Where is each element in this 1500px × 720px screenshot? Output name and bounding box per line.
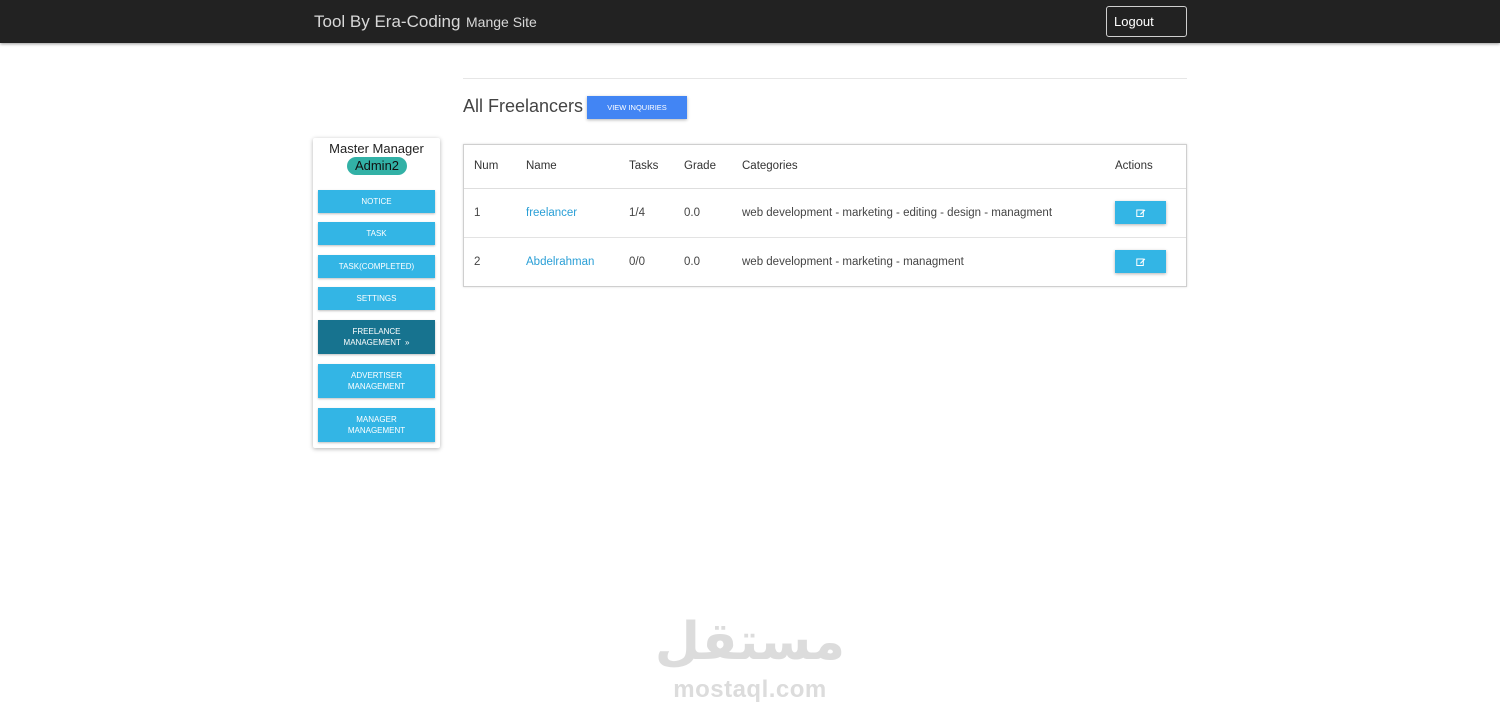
sidebar-item-label: ADVERTISER MANAGEMENT (347, 371, 406, 391)
sidebar-title: Master Manager (329, 141, 424, 156)
page-title: All Freelancers (463, 96, 584, 116)
sidebar-item-settings[interactable]: SETTINGS (318, 287, 435, 310)
freelancer-name-link[interactable]: Abdelrahman (526, 256, 594, 268)
sidebar-item-notice[interactable]: NOTICE (318, 190, 435, 213)
user-role-badge: Admin2 (347, 157, 407, 175)
sidebar-item-label: TASK (366, 229, 387, 238)
cell-tasks: 1/4 (629, 188, 684, 238)
cell-name: freelancer (526, 188, 629, 238)
double-chevron-right-icon: » (404, 338, 410, 347)
cell-actions (1115, 237, 1186, 286)
cell-categories: web development - marketing - editing - … (742, 188, 1115, 238)
table-row: 2 Abdelrahman 0/0 0.0 web development - … (464, 237, 1186, 286)
sidebar-item-label: MANAGER MANAGEMENT (347, 415, 406, 435)
table-row: 1 freelancer 1/4 0.0 web development - m… (464, 188, 1186, 238)
cell-name: Abdelrahman (526, 237, 629, 286)
cell-num: 1 (464, 188, 526, 238)
edit-button[interactable] (1115, 201, 1166, 224)
cell-categories: web development - marketing - managment (742, 255, 964, 268)
view-inquiries-button[interactable]: VIEW INQUIRIES (587, 96, 687, 119)
brand-link[interactable]: Tool By Era-Coding (314, 12, 460, 32)
sidebar-item-label-text: FREELANCE MANAGEMENT (343, 327, 401, 347)
edit-button[interactable] (1115, 250, 1166, 274)
nav-link-manage-site[interactable]: Mange Site (466, 14, 537, 30)
sidebar-item-advertiser-management[interactable]: ADVERTISER MANAGEMENT (318, 364, 435, 398)
edit-icon (1135, 209, 1145, 217)
sidebar-item-label: NOTICE (361, 197, 392, 206)
logout-button[interactable]: Logout (1106, 6, 1187, 37)
sidebar-item-task-completed[interactable]: TASK(COMPLETED) (318, 255, 435, 278)
table-header-row: Num Name Tasks Grade Categories Actions (464, 145, 1186, 189)
cell-num: 2 (474, 255, 481, 268)
sidebar-item-freelance-management[interactable]: FREELANCE MANAGEMENT » (318, 320, 435, 354)
column-header-name: Name (526, 145, 629, 189)
header-divider (463, 78, 1187, 79)
freelancers-table: Num Name Tasks Grade Categories Actions … (463, 144, 1187, 287)
cell-tasks: 0/0 (629, 255, 645, 268)
column-header-categories: Categories (742, 145, 1115, 189)
column-header-num: Num (464, 145, 526, 189)
sidebar-item-task[interactable]: TASK (318, 222, 435, 245)
sidebar-item-label: FREELANCE MANAGEMENT » (338, 326, 415, 348)
sidebar-panel: Master Manager Admin2 NOTICE TASK TASK(C… (313, 138, 440, 448)
cell-actions (1115, 188, 1186, 238)
cell-grade: 0.0 (684, 188, 742, 238)
column-header-actions: Actions (1115, 145, 1186, 189)
sidebar-item-manager-management[interactable]: MANAGER MANAGEMENT (318, 408, 435, 442)
watermark-logo-arabic: مستقل (654, 612, 846, 672)
cell-grade: 0.0 (684, 255, 700, 268)
watermark-logo-latin: mostaql.com (673, 676, 827, 703)
edit-icon (1135, 258, 1145, 266)
freelancer-name-link[interactable]: freelancer (526, 207, 577, 219)
sidebar-item-label: SETTINGS (356, 294, 397, 303)
sidebar-item-label: TASK(COMPLETED) (338, 262, 415, 271)
column-header-tasks: Tasks (629, 145, 684, 189)
column-header-grade: Grade (684, 145, 742, 189)
top-navbar: Tool By Era-Coding Mange Site Logout (0, 0, 1500, 43)
